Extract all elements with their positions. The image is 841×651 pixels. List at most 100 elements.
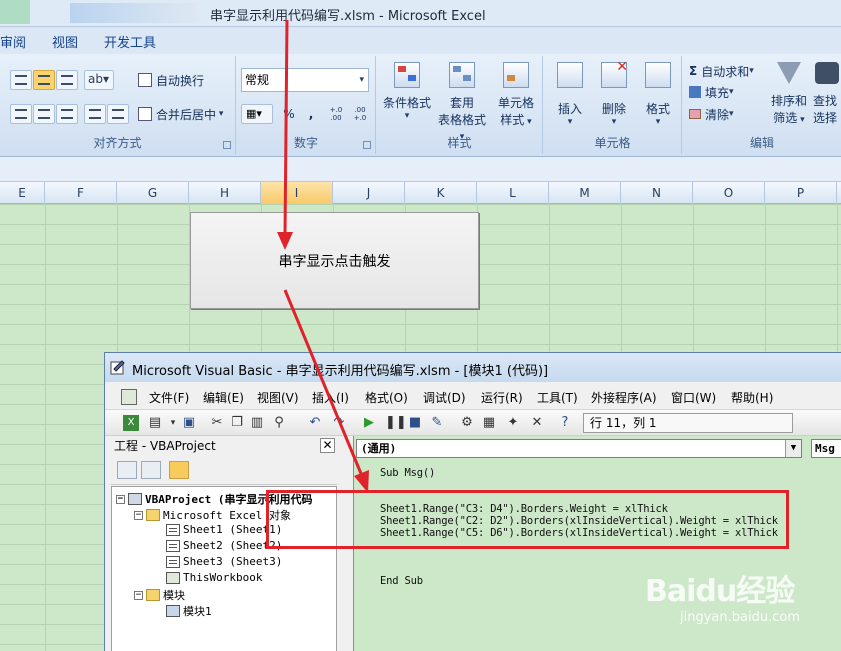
toggle-folders-icon[interactable] — [169, 461, 189, 479]
menu-window[interactable]: 窗口(W) — [671, 389, 716, 406]
column-header-l[interactable]: L — [477, 182, 549, 204]
menu-insert[interactable]: 插入(I) — [312, 389, 349, 406]
number-format-select[interactable]: 常规 ▾ — [241, 68, 369, 92]
format-cells-button[interactable]: 格式 ▾ — [638, 62, 678, 134]
increase-decimal-button[interactable]: +.0 .00 — [325, 104, 347, 124]
menu-addins[interactable]: 外接程序(A) — [591, 389, 657, 406]
column-header-n[interactable]: N — [621, 182, 693, 204]
tree-item-sheet3[interactable]: Sheet3 (Sheet3) — [166, 555, 282, 568]
tab-view[interactable]: 视图 — [52, 32, 78, 51]
properties-icon[interactable]: ▦ — [481, 415, 497, 431]
tree-item-sheet2[interactable]: Sheet2 (Sheet2) — [166, 539, 282, 552]
menu-format[interactable]: 格式(O) — [365, 389, 408, 406]
collapse-icon[interactable]: − — [116, 494, 125, 504]
currency-button[interactable]: ▦▾ — [241, 104, 273, 124]
column-header-m[interactable]: M — [549, 182, 621, 204]
insert-module-icon[interactable]: ▤ — [147, 415, 163, 431]
column-header-i[interactable]: I — [261, 182, 333, 204]
tree-item-module1[interactable]: 模块1 — [166, 603, 212, 619]
quick-access-blurred — [70, 3, 200, 23]
column-header-p[interactable]: P — [765, 182, 837, 204]
save-icon[interactable]: ▣ — [181, 415, 197, 431]
code-line-sub[interactable]: Sub Msg() — [380, 467, 435, 479]
copy-icon[interactable]: ❐ — [229, 415, 245, 431]
view-object-icon[interactable] — [141, 461, 161, 479]
sort-filter-button[interactable]: 排序和 筛选 ▾ — [769, 62, 809, 134]
menu-file[interactable]: 文件(F) — [149, 389, 189, 406]
column-header-g[interactable]: G — [117, 182, 189, 204]
design-mode-icon[interactable]: ✎ — [429, 415, 445, 431]
trigger-macro-button[interactable]: 串字显示点击触发 — [190, 212, 479, 309]
group-editing: Σ 自动求和 ▾ 填充 ▾ 清除 ▾ 排序和 筛选 ▾ 查找 选择 编辑 — [683, 56, 841, 154]
column-header-j[interactable]: J — [333, 182, 405, 204]
column-header-f[interactable]: F — [45, 182, 117, 204]
align-top-button[interactable] — [10, 70, 32, 90]
close-icon[interactable]: ✕ — [320, 438, 335, 453]
autosum-button[interactable]: Σ 自动求和 ▾ — [689, 62, 754, 80]
tree-item-modules[interactable]: − 模块 — [134, 587, 185, 603]
menu-view[interactable]: 视图(V) — [257, 389, 299, 406]
project-explorer-icon[interactable]: ⚙ — [459, 415, 475, 431]
procedure-combo[interactable]: Msg — [811, 439, 841, 458]
chevron-down-icon[interactable]: ▾ — [165, 415, 181, 431]
chevron-down-icon[interactable]: ▼ — [785, 440, 801, 457]
redo-icon[interactable]: ↷ — [331, 415, 347, 431]
column-header-e[interactable]: E — [0, 182, 45, 204]
currency-icon: ▦▾ — [246, 107, 262, 120]
stop-icon[interactable]: ■ — [407, 415, 423, 431]
align-right-button[interactable] — [56, 104, 78, 124]
cut-icon[interactable]: ✂ — [209, 415, 225, 431]
decrease-indent-button[interactable] — [84, 104, 106, 124]
orientation-button[interactable]: ab▾ — [84, 70, 114, 90]
wrap-text-button[interactable]: 自动换行 — [138, 70, 204, 90]
menu-edit[interactable]: 编辑(E) — [203, 389, 244, 406]
find-icon[interactable]: ⚲ — [271, 415, 287, 431]
conditional-format-button[interactable]: 条件格式 ▾ — [381, 62, 433, 134]
clear-button[interactable]: 清除 ▾ — [689, 105, 734, 123]
pause-icon[interactable]: ❚❚ — [385, 415, 407, 431]
excel-view-icon[interactable] — [121, 389, 137, 405]
object-browser-icon[interactable]: ✦ — [505, 415, 521, 431]
increase-indent-button[interactable] — [107, 104, 129, 124]
delete-cells-button[interactable]: ✕ 删除 ▾ — [594, 59, 634, 134]
decrease-decimal-button[interactable]: .00 +.0 — [349, 104, 371, 124]
percent-button[interactable]: % — [279, 104, 299, 124]
column-header-h[interactable]: H — [189, 182, 261, 204]
menu-debug[interactable]: 调试(D) — [423, 389, 466, 406]
excel-icon[interactable]: X — [123, 415, 139, 431]
view-code-icon[interactable] — [117, 461, 137, 479]
dialog-launcher-icon[interactable] — [363, 141, 371, 149]
object-combo[interactable]: (通用) ▼ — [356, 439, 802, 458]
code-line-end-sub[interactable]: End Sub — [380, 575, 423, 587]
tree-item-thisworkbook[interactable]: ThisWorkbook — [166, 571, 262, 584]
menu-tools[interactable]: 工具(T) — [537, 389, 578, 406]
merge-center-button[interactable]: 合并后居中 ▾ — [138, 104, 223, 124]
tab-review[interactable]: 审阅 — [0, 32, 26, 51]
menu-run[interactable]: 运行(R) — [481, 389, 523, 406]
align-middle-button[interactable] — [33, 70, 55, 90]
collapse-icon[interactable]: − — [134, 510, 143, 520]
align-center-button[interactable] — [33, 104, 55, 124]
fill-button[interactable]: 填充 ▾ — [689, 83, 734, 101]
undo-icon[interactable]: ↶ — [307, 415, 323, 431]
column-header-o[interactable]: O — [693, 182, 765, 204]
paste-icon[interactable]: ▥ — [249, 415, 265, 431]
insert-cells-button[interactable]: 插入 ▾ — [550, 62, 590, 134]
chevron-down-icon: ▾ — [797, 115, 805, 125]
comma-button[interactable]: , — [303, 104, 319, 124]
help-icon[interactable]: ? — [557, 415, 573, 431]
dialog-launcher-icon[interactable] — [223, 141, 231, 149]
toolbox-icon[interactable]: ✕ — [529, 415, 545, 431]
align-bottom-button[interactable] — [56, 70, 78, 90]
cell-styles-button[interactable]: 单元格 样式 ▾ — [491, 62, 541, 134]
menu-help[interactable]: 帮助(H) — [731, 389, 773, 406]
find-select-button[interactable]: 查找 选择 — [813, 62, 841, 134]
tab-developer[interactable]: 开发工具 — [104, 32, 156, 51]
run-icon[interactable]: ▶ — [361, 415, 377, 431]
align-left-button[interactable] — [10, 104, 32, 124]
collapse-icon[interactable]: − — [134, 590, 143, 600]
chevron-down-icon: ▾ — [567, 117, 573, 127]
format-as-table-button[interactable]: 套用 表格格式 ▾ — [435, 62, 489, 142]
column-header-k[interactable]: K — [405, 182, 477, 204]
tree-item-sheet1[interactable]: Sheet1 (Sheet1) — [166, 523, 282, 536]
